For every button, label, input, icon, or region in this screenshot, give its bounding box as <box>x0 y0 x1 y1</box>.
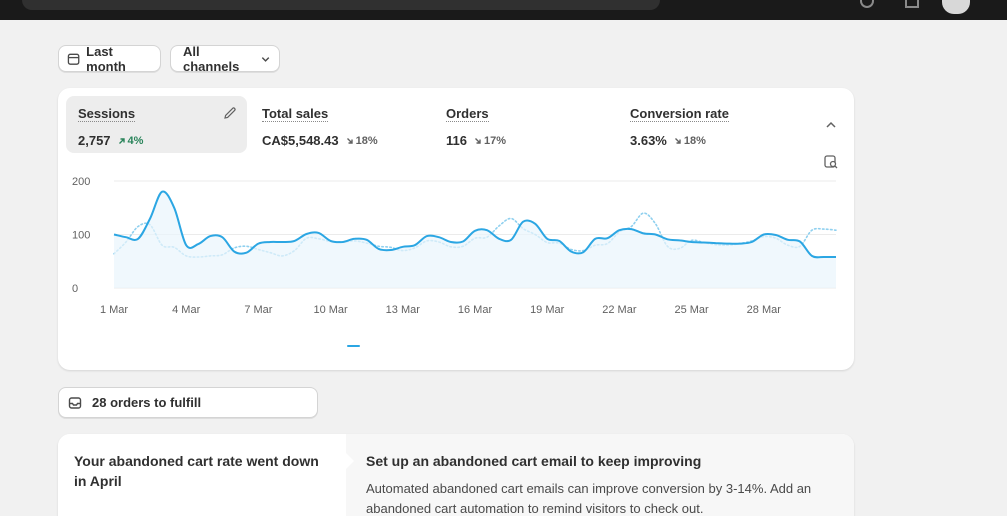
metric-label: Conversion rate <box>630 106 729 122</box>
metric-delta-value: 18% <box>355 134 378 147</box>
top-bar <box>0 0 1007 20</box>
analytics-card: Sessions 2,757 4% Total sales CA$5,548.4… <box>58 88 854 370</box>
metric-delta-value: 18% <box>683 134 706 147</box>
arrow-up-right-icon <box>118 137 125 144</box>
metric-value: 116 <box>446 133 467 148</box>
notification-icon[interactable] <box>860 0 874 8</box>
orders-to-fulfill-button[interactable]: 28 orders to fulfill <box>58 387 318 418</box>
metric-value: 2,757 <box>78 133 111 148</box>
metric-delta: 18% <box>674 135 706 147</box>
x-tick-label: 16 Mar <box>458 304 493 316</box>
metric-total-sales[interactable]: Total sales CA$5,548.43 18% <box>250 96 430 153</box>
channels-button[interactable]: All channels <box>170 43 280 74</box>
abandoned-cart-suggestion: Set up an abandoned cart email to keep i… <box>345 434 854 516</box>
abandoned-cart-headline: Your abandoned cart rate went down in Ap… <box>58 434 346 516</box>
suggestion-title: Set up an abandoned cart email to keep i… <box>366 453 702 469</box>
x-tick-label: 22 Mar <box>602 304 637 316</box>
abandoned-cart-card: Your abandoned cart rate went down in Ap… <box>58 434 854 516</box>
y-tick-label: 0 <box>72 283 78 295</box>
y-tick-label: 200 <box>72 176 90 188</box>
series-area <box>114 191 836 288</box>
edit-icon[interactable] <box>223 106 237 120</box>
arrow-down-right-icon <box>674 137 681 144</box>
x-tick-label: 4 Mar <box>172 304 200 316</box>
x-tick-label: 10 Mar <box>313 304 348 316</box>
x-tick-label: 25 Mar <box>674 304 709 316</box>
search-bar[interactable] <box>22 0 660 10</box>
metric-delta-value: 4% <box>127 134 144 147</box>
channels-label: All channels <box>183 43 240 74</box>
metric-label: Orders <box>446 106 489 122</box>
help-icon[interactable] <box>905 0 919 8</box>
suggestion-body: Automated abandoned cart emails can impr… <box>366 481 812 516</box>
metric-value: CA$5,548.43 <box>262 133 339 148</box>
metric-value: 3.63% <box>630 133 667 148</box>
date-range-button[interactable]: Last month <box>58 43 161 74</box>
date-range-label: Last month <box>86 43 126 74</box>
legend-current-period <box>347 345 360 347</box>
sessions-chart: 200 100 0 1 Mar 4 Mar 7 Mar 10 Mar 13 Mar 16 Mar… <box>72 176 837 316</box>
arrow-down-right-icon <box>346 137 353 144</box>
metric-delta: 17% <box>474 135 506 147</box>
metric-label: Sessions <box>78 106 136 122</box>
metric-delta-value: 17% <box>483 134 507 147</box>
arrow-down-right-icon <box>474 137 481 144</box>
calendar-icon <box>67 53 80 65</box>
metric-delta: 18% <box>346 135 378 147</box>
metric-conversion-rate[interactable]: Conversion rate 3.63% 18% <box>618 96 798 153</box>
chevron-down-icon <box>261 56 270 62</box>
y-tick-label: 100 <box>72 230 90 242</box>
metric-delta: 4% <box>118 134 144 147</box>
metric-sessions[interactable]: Sessions 2,757 4% <box>66 96 247 153</box>
x-tick-label: 19 Mar <box>530 304 565 316</box>
x-tick-label: 1 Mar <box>100 304 128 316</box>
x-tick-label: 7 Mar <box>244 304 272 316</box>
fulfill-label: 28 orders to fulfill <box>92 395 202 410</box>
x-tick-label: 28 Mar <box>747 304 782 316</box>
metric-label: Total sales <box>262 106 329 122</box>
inbox-icon <box>68 396 82 409</box>
chevron-up-icon[interactable] <box>822 116 840 134</box>
avatar[interactable] <box>942 0 970 14</box>
x-tick-label: 13 Mar <box>386 304 421 316</box>
metric-orders[interactable]: Orders 116 17% <box>434 96 614 153</box>
